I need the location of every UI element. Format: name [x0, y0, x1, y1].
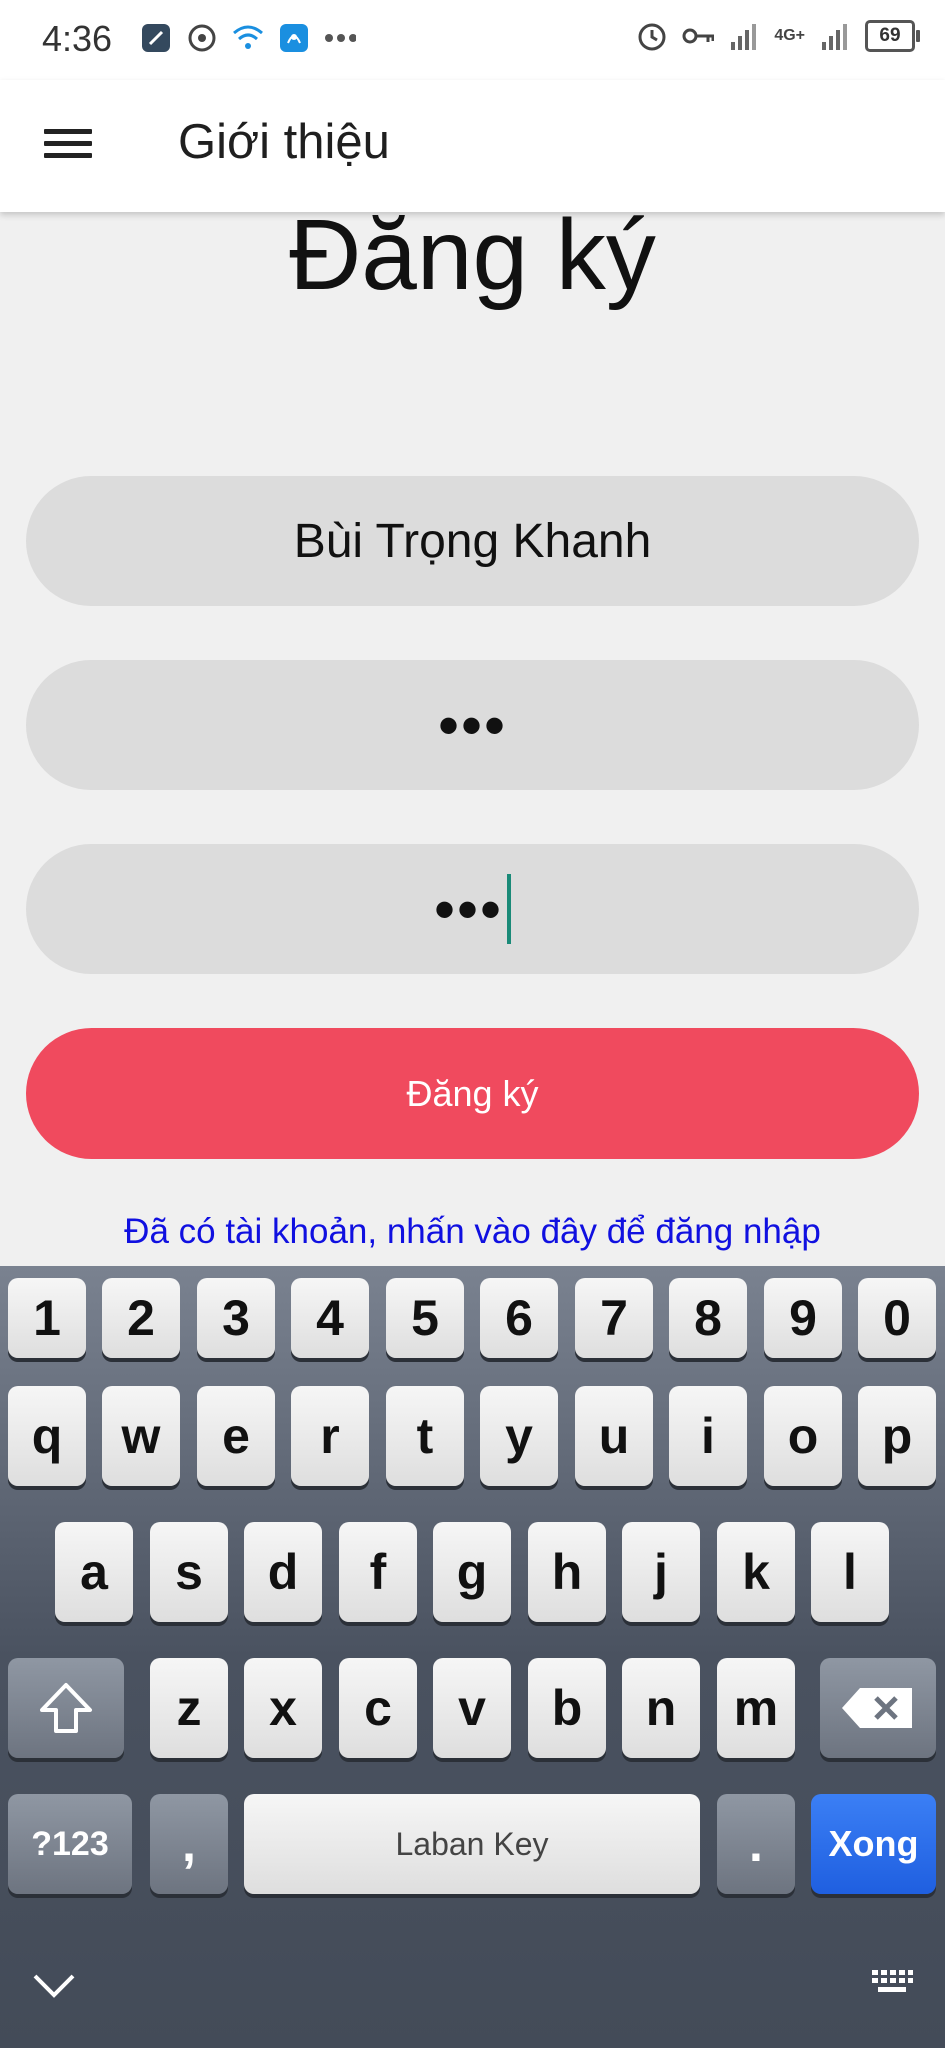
page-heading: Đăng ký — [289, 199, 656, 311]
text-cursor — [507, 874, 512, 944]
key-3[interactable]: 3 — [197, 1278, 275, 1358]
password-field[interactable]: ••• — [26, 660, 919, 790]
battery-icon: 69 — [865, 20, 920, 52]
confirm-password-field[interactable]: ••• — [26, 844, 919, 974]
key-s[interactable]: s — [150, 1522, 228, 1622]
menu-icon[interactable] — [44, 122, 92, 170]
key-e[interactable]: e — [197, 1386, 275, 1486]
key-y[interactable]: y — [480, 1386, 558, 1486]
key-b[interactable]: b — [528, 1658, 606, 1758]
key-7[interactable]: 7 — [575, 1278, 653, 1358]
password-value: ••• — [437, 691, 508, 759]
key-t[interactable]: t — [386, 1386, 464, 1486]
hide-keyboard-chevron-icon[interactable] — [32, 1972, 76, 2000]
key-q[interactable]: q — [8, 1386, 86, 1486]
backspace-icon — [842, 1688, 912, 1728]
key-x[interactable]: x — [244, 1658, 322, 1758]
more-dots-icon — [324, 22, 356, 54]
symbols-key[interactable]: ?123 — [8, 1794, 132, 1894]
alarm-icon — [636, 20, 668, 52]
key-i[interactable]: i — [669, 1386, 747, 1486]
key-2[interactable]: 2 — [102, 1278, 180, 1358]
keyboard-switch-icon[interactable] — [870, 1968, 914, 1998]
key-p[interactable]: p — [858, 1386, 936, 1486]
signal-icon — [819, 20, 851, 52]
key-g[interactable]: g — [433, 1522, 511, 1622]
confirm-password-value: ••• — [433, 875, 504, 943]
key-d[interactable]: d — [244, 1522, 322, 1622]
shift-key[interactable] — [8, 1658, 124, 1758]
register-button[interactable]: Đăng ký — [26, 1028, 919, 1159]
wifi-icon — [232, 22, 264, 54]
key-n[interactable]: n — [622, 1658, 700, 1758]
key-j[interactable]: j — [622, 1522, 700, 1622]
space-key[interactable]: Laban Key — [244, 1794, 700, 1894]
keyboard: 1 2 3 4 5 6 7 8 9 0 q w e r t y u i o p … — [0, 1266, 945, 2048]
hotspot-icon — [278, 22, 310, 54]
key-k[interactable]: k — [717, 1522, 795, 1622]
username-value: Bùi Trọng Khanh — [293, 514, 652, 568]
comma-key[interactable]: , — [150, 1794, 228, 1894]
key-5[interactable]: 5 — [386, 1278, 464, 1358]
key-icon — [682, 20, 715, 52]
app-bar: Giới thiệu — [0, 80, 945, 212]
key-u[interactable]: u — [575, 1386, 653, 1486]
key-w[interactable]: w — [102, 1386, 180, 1486]
key-0[interactable]: 0 — [858, 1278, 936, 1358]
settings-cog-icon — [186, 22, 218, 54]
key-m[interactable]: m — [717, 1658, 795, 1758]
key-f[interactable]: f — [339, 1522, 417, 1622]
key-8[interactable]: 8 — [669, 1278, 747, 1358]
key-o[interactable]: o — [764, 1386, 842, 1486]
period-key[interactable]: . — [717, 1794, 795, 1894]
key-v[interactable]: v — [433, 1658, 511, 1758]
key-6[interactable]: 6 — [480, 1278, 558, 1358]
network-type-label: 4G+ — [774, 27, 805, 44]
status-left-icons — [140, 22, 356, 54]
key-9[interactable]: 9 — [764, 1278, 842, 1358]
status-time: 4:36 — [42, 18, 113, 59]
backspace-key[interactable] — [820, 1658, 936, 1758]
key-h[interactable]: h — [528, 1522, 606, 1622]
app-title: Giới thiệu — [178, 115, 390, 169]
key-1[interactable]: 1 — [8, 1278, 86, 1358]
username-field[interactable]: Bùi Trọng Khanh — [26, 476, 919, 606]
key-a[interactable]: a — [55, 1522, 133, 1622]
shift-arrow-icon — [40, 1683, 92, 1733]
key-c[interactable]: c — [339, 1658, 417, 1758]
key-z[interactable]: z — [150, 1658, 228, 1758]
key-l[interactable]: l — [811, 1522, 889, 1622]
status-bar: 4:36 4G+ 69 — [0, 0, 945, 80]
status-right-icons: 4G+ 69 — [636, 20, 920, 52]
app-icon — [140, 22, 172, 54]
key-r[interactable]: r — [291, 1386, 369, 1486]
signal-icon — [728, 20, 760, 52]
key-4[interactable]: 4 — [291, 1278, 369, 1358]
done-key[interactable]: Xong — [811, 1794, 936, 1894]
login-link[interactable]: Đã có tài khoản, nhấn vào đây để đăng nh… — [0, 1212, 945, 1252]
